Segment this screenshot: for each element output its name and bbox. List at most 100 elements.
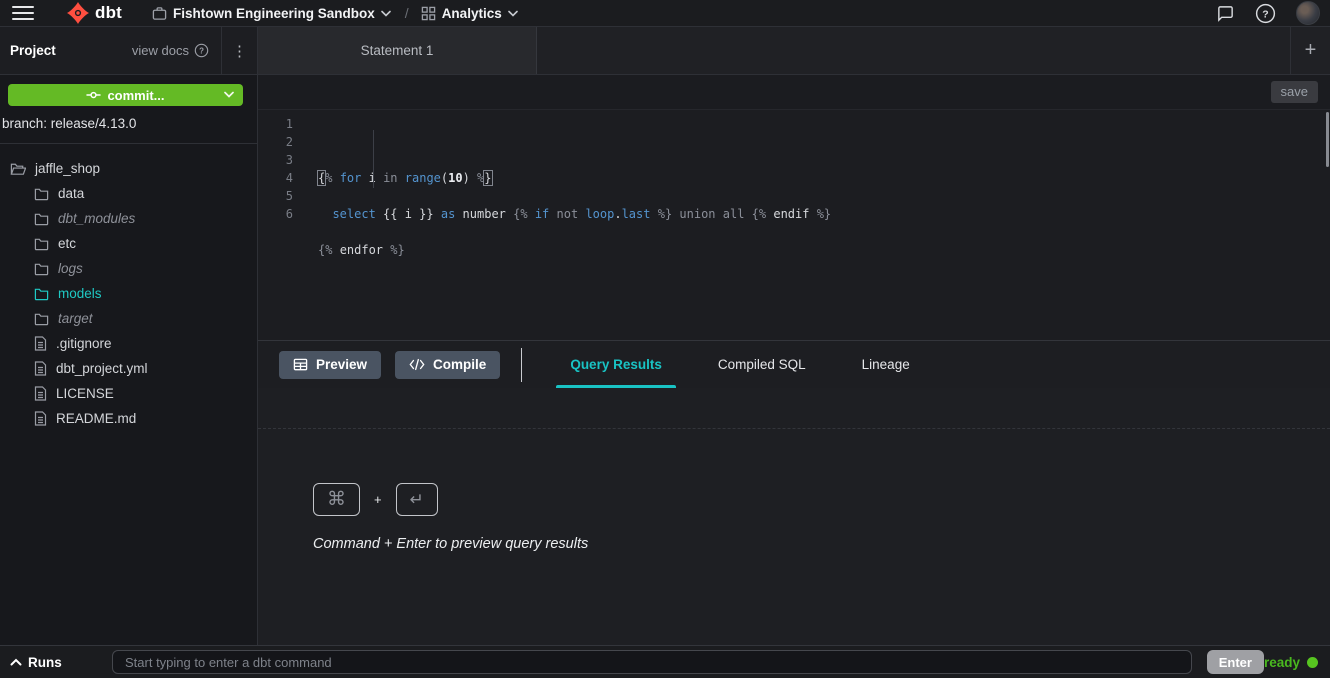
- tree-item-etc[interactable]: etc: [0, 231, 257, 256]
- compile-label: Compile: [433, 357, 486, 372]
- code-line: [318, 223, 831, 241]
- tab-label: Statement 1: [361, 43, 434, 58]
- editor-gutter: 123456: [258, 110, 310, 340]
- table-icon: [293, 357, 308, 372]
- tree-item-models[interactable]: models: [0, 281, 257, 306]
- new-tab-button[interactable]: +: [1290, 27, 1330, 74]
- file-icon: [34, 386, 47, 401]
- line-number: 1: [258, 115, 310, 133]
- editor-tab-bar: Statement 1 +: [258, 27, 1330, 75]
- tree-item-label: LICENSE: [56, 386, 114, 401]
- line-number: 6: [258, 205, 310, 223]
- line-number: 3: [258, 151, 310, 169]
- results-body: ⌘ + ↵ Command + Enter to preview query r…: [258, 429, 1330, 645]
- chevron-up-icon: [10, 658, 22, 666]
- tree-item-readme-md[interactable]: README.md: [0, 406, 257, 431]
- svg-text:?: ?: [1262, 8, 1268, 20]
- folder-icon: [34, 237, 49, 251]
- code-line: {% endfor %}: [318, 241, 831, 259]
- editor-toolbar: save: [258, 75, 1330, 110]
- tree-item-label: dbt_project.yml: [56, 361, 148, 376]
- account-picker[interactable]: Fishtown Engineering Sandbox: [152, 6, 391, 21]
- code-line: [318, 259, 831, 277]
- command-bar: Runs Enter ready: [0, 645, 1330, 678]
- view-docs-link[interactable]: view docs ?: [132, 43, 221, 58]
- tab-compiled-sql[interactable]: Compiled SQL: [712, 341, 812, 388]
- command-key-icon: ⌘: [313, 483, 360, 516]
- chat-icon[interactable]: [1216, 4, 1235, 23]
- code-line: select {{ i }} as number {% if not loop.…: [318, 205, 831, 223]
- chevron-down-icon: [224, 88, 234, 101]
- view-docs-label: view docs: [132, 43, 189, 58]
- tree-item-license[interactable]: LICENSE: [0, 381, 257, 406]
- sidebar: Project view docs ? ⋮ commit...: [0, 27, 258, 645]
- tab-spacer: [537, 27, 1290, 74]
- status-label: ready: [1264, 655, 1300, 670]
- runs-label: Runs: [28, 655, 62, 670]
- dbt-logo-icon: [66, 1, 90, 25]
- project-name: Analytics: [442, 6, 502, 21]
- tree-item-label: data: [58, 186, 84, 201]
- svg-text:?: ?: [199, 47, 204, 56]
- results-subheader: [258, 388, 1330, 429]
- tree-item-dbt-modules[interactable]: dbt_modules: [0, 206, 257, 231]
- tree-item-target[interactable]: target: [0, 306, 257, 331]
- tree-item-jaffle-shop[interactable]: jaffle_shop: [0, 156, 257, 181]
- help-circle-icon: ?: [194, 43, 209, 58]
- chevron-down-icon: [381, 10, 391, 17]
- dbt-wordmark: dbt: [95, 3, 122, 23]
- git-commit-icon: [86, 89, 101, 101]
- tree-item-label: logs: [58, 261, 83, 276]
- dbt-logo[interactable]: dbt: [66, 1, 122, 25]
- tree-item-label: models: [58, 286, 102, 301]
- tree-item-label: target: [58, 311, 93, 326]
- tree-item-label: etc: [58, 236, 76, 251]
- results-toolbar: Preview Compile Query Results Compiled SQ…: [258, 341, 1330, 388]
- hamburger-menu-icon[interactable]: [12, 6, 34, 20]
- save-button[interactable]: save: [1271, 81, 1318, 103]
- preview-label: Preview: [316, 357, 367, 372]
- code-line: [318, 187, 831, 205]
- file-tree: jaffle_shopdata dbt_modulesetc logs models t…: [0, 144, 257, 431]
- user-avatar[interactable]: [1296, 1, 1320, 25]
- account-name: Fishtown Engineering Sandbox: [173, 6, 375, 21]
- grid-icon: [421, 6, 436, 21]
- preview-hint-text: Command + Enter to preview query results: [313, 536, 588, 552]
- file-icon: [34, 361, 47, 376]
- sidebar-menu-icon[interactable]: ⋮: [221, 27, 257, 74]
- commit-button[interactable]: commit...: [8, 84, 243, 106]
- tab-statement-1[interactable]: Statement 1: [258, 27, 537, 74]
- project-picker[interactable]: Analytics: [421, 6, 518, 21]
- tab-query-results[interactable]: Query Results: [564, 341, 668, 388]
- tab-lineage[interactable]: Lineage: [856, 341, 916, 388]
- tree-item-label: jaffle_shop: [35, 161, 100, 176]
- briefcase-icon: [152, 6, 167, 21]
- tree-item-data[interactable]: data: [0, 181, 257, 206]
- file-icon: [34, 411, 47, 426]
- folder-icon: [34, 262, 49, 276]
- tree-item-label: .gitignore: [56, 336, 112, 351]
- runs-toggle[interactable]: Runs: [8, 655, 112, 670]
- chevron-down-icon: [508, 10, 518, 17]
- file-icon: [34, 336, 47, 351]
- code-editor[interactable]: 123456 {% for i in range(10) %} select {…: [258, 110, 1330, 340]
- tree-item--gitignore[interactable]: .gitignore: [0, 331, 257, 356]
- toolbar-divider: [521, 348, 522, 382]
- branch-label: branch: release/4.13.0: [0, 106, 257, 143]
- line-number: 2: [258, 133, 310, 151]
- breadcrumb-separator: /: [405, 5, 409, 21]
- tree-item-logs[interactable]: logs: [0, 256, 257, 281]
- tree-item-label: dbt_modules: [58, 211, 135, 226]
- code-line: {% for i in range(10) %}: [318, 169, 831, 187]
- enter-button[interactable]: Enter: [1207, 650, 1264, 674]
- folder-icon: [34, 187, 49, 201]
- help-icon[interactable]: ?: [1255, 3, 1276, 24]
- results-tabs: Query Results Compiled SQL Lineage: [564, 341, 915, 388]
- dbt-command-input[interactable]: [112, 650, 1192, 674]
- plus-icon: +: [1305, 39, 1317, 62]
- compile-button[interactable]: Compile: [395, 351, 500, 379]
- editor-scrollbar[interactable]: [1326, 112, 1329, 167]
- preview-button[interactable]: Preview: [279, 351, 381, 379]
- plus-separator: +: [374, 492, 382, 507]
- tree-item-dbt-project-yml[interactable]: dbt_project.yml: [0, 356, 257, 381]
